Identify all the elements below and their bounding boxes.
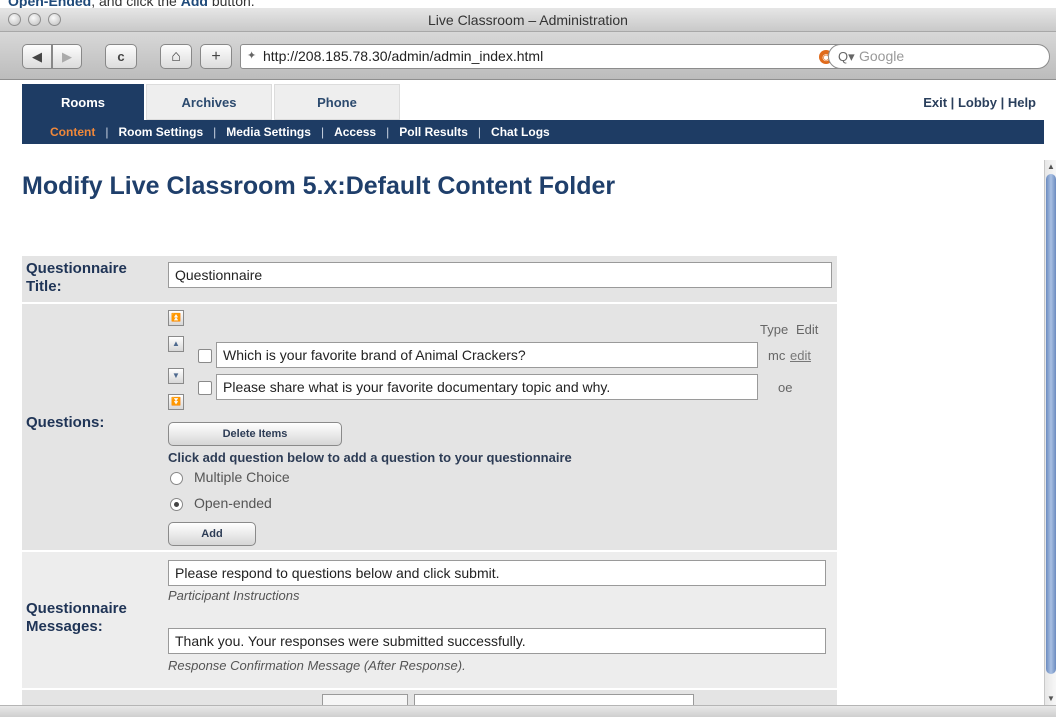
instruction-emph-open-ended: Open-Ended bbox=[8, 0, 92, 8]
window-titlebar: Live Classroom – Administration bbox=[0, 8, 1056, 32]
subnav-separator: | bbox=[320, 125, 325, 139]
instruction-strip: Open-Ended, and click the Add button. bbox=[0, 0, 1056, 8]
question-2-type: oe bbox=[778, 380, 793, 395]
subnav-separator: | bbox=[213, 125, 217, 139]
questions-label: Questions: bbox=[26, 414, 105, 431]
question-1-checkbox[interactable] bbox=[198, 349, 212, 363]
participant-instructions-caption: Participant Instructions bbox=[168, 588, 300, 603]
partial-select[interactable] bbox=[322, 694, 408, 705]
questionnaire-title-label: Questionnaire Title: bbox=[26, 260, 127, 295]
open-ended-label: Open-ended bbox=[194, 495, 272, 511]
questionnaire-title-input[interactable]: Questionnaire bbox=[168, 262, 832, 288]
page-content: Rooms Archives Phone Exit | Lobby | Help… bbox=[0, 80, 1044, 705]
address-bar[interactable]: ✦ http://208.185.78.30/admin/admin_index… bbox=[240, 44, 842, 69]
browser-toolbar: ◀ ▶ c ⌂ + ✦ http://208.185.78.30/admin/a… bbox=[0, 32, 1056, 80]
multiple-choice-label: Multiple Choice bbox=[194, 469, 290, 485]
response-confirmation-caption: Response Confirmation Message (After Res… bbox=[168, 658, 466, 673]
question-1-input[interactable]: Which is your favorite brand of Animal C… bbox=[216, 342, 758, 368]
tab-phone[interactable]: Phone bbox=[274, 84, 400, 120]
subnav-content[interactable]: Content bbox=[50, 125, 95, 139]
home-button[interactable]: ⌂ bbox=[160, 44, 192, 69]
move-down-button[interactable]: ▼ bbox=[168, 368, 184, 384]
add-bookmark-button[interactable]: + bbox=[200, 44, 232, 69]
instruction-tail: button. bbox=[207, 0, 255, 8]
sub-nav: Content | Room Settings | Media Settings | Acc… bbox=[22, 120, 1044, 144]
double-up-arrow-icon: ⏫ bbox=[171, 313, 181, 322]
question-2-input[interactable]: Please share what is your favorite docum… bbox=[216, 374, 758, 400]
exit-link[interactable]: Exit bbox=[923, 95, 947, 110]
question-1-edit-link[interactable]: edit bbox=[790, 348, 811, 363]
forward-icon: ▶ bbox=[62, 48, 72, 64]
scroll-up-icon[interactable]: ▲ bbox=[1047, 162, 1055, 171]
reload-button[interactable]: c bbox=[105, 44, 137, 69]
add-question-button[interactable]: Add bbox=[168, 522, 256, 546]
open-ended-radio[interactable] bbox=[170, 498, 183, 511]
instruction-mid: , and click the bbox=[91, 0, 181, 8]
horizontal-scrollbar[interactable] bbox=[0, 705, 1056, 717]
tab-phone-label: Phone bbox=[317, 94, 357, 110]
subnav-separator: | bbox=[105, 125, 109, 139]
messages-row: Questionnaire Messages: Please respond t… bbox=[22, 552, 837, 688]
url-text: http://208.185.78.30/admin/admin_index.h… bbox=[263, 48, 544, 64]
subnav-chat-logs[interactable]: Chat Logs bbox=[491, 125, 550, 139]
page-favicon-icon: ✦ bbox=[247, 50, 257, 62]
instruction-text: Open-Ended, and click the Add button. bbox=[8, 0, 255, 8]
delete-items-button[interactable]: Delete Items bbox=[168, 422, 342, 446]
scroll-thumb[interactable] bbox=[1046, 174, 1056, 674]
question-2-checkbox[interactable] bbox=[198, 381, 212, 395]
plus-icon: + bbox=[211, 47, 221, 65]
participant-instructions-input[interactable]: Please respond to questions below and cl… bbox=[168, 560, 826, 586]
page-title: Modify Live Classroom 5.x:Default Conten… bbox=[22, 172, 616, 200]
link-separator: | bbox=[1000, 95, 1005, 110]
questionnaire-messages-label: Questionnaire Messages: bbox=[26, 600, 127, 635]
window-title: Live Classroom – Administration bbox=[428, 12, 628, 28]
subnav-room-settings[interactable]: Room Settings bbox=[118, 125, 203, 139]
subnav-poll-results[interactable]: Poll Results bbox=[399, 125, 468, 139]
back-button[interactable]: ◀ bbox=[22, 44, 52, 69]
tab-rooms-label: Rooms bbox=[60, 94, 106, 110]
response-confirmation-input[interactable]: Thank you. Your responses were submitted… bbox=[168, 628, 826, 654]
search-field[interactable]: Q▾ Google bbox=[828, 44, 1050, 69]
down-arrow-icon: ▼ bbox=[172, 371, 180, 380]
main-nav: Rooms Archives Phone Exit | Lobby | Help bbox=[22, 84, 1044, 120]
back-icon: ◀ bbox=[32, 48, 42, 64]
questions-row: Questions: ⏫ ▲ ▼ ⏬ Type Edit Which is yo… bbox=[22, 304, 837, 550]
subnav-separator: | bbox=[477, 125, 482, 139]
link-separator: | bbox=[950, 95, 955, 110]
vertical-scrollbar[interactable]: ▲ ▼ bbox=[1044, 160, 1056, 705]
question-1-type: mc bbox=[768, 348, 786, 363]
title-row: Questionnaire Title: Questionnaire bbox=[22, 256, 837, 302]
up-arrow-icon: ▲ bbox=[172, 339, 180, 348]
reload-icon: c bbox=[117, 49, 125, 64]
tab-archives[interactable]: Archives bbox=[146, 84, 272, 120]
double-down-arrow-icon: ⏬ bbox=[171, 397, 181, 406]
move-top-button[interactable]: ⏫ bbox=[168, 310, 184, 326]
multiple-choice-radio[interactable] bbox=[170, 472, 183, 485]
move-up-button[interactable]: ▲ bbox=[168, 336, 184, 352]
partial-input[interactable] bbox=[414, 694, 694, 705]
instruction-emph-add: Add bbox=[180, 0, 208, 8]
search-placeholder: Google bbox=[859, 48, 905, 64]
tab-archives-label: Archives bbox=[181, 94, 237, 110]
subnav-media-settings[interactable]: Media Settings bbox=[226, 125, 311, 139]
subnav-access[interactable]: Access bbox=[334, 125, 376, 139]
add-question-hint: Click add question below to add a questi… bbox=[168, 450, 572, 465]
type-column-header: Type bbox=[760, 322, 789, 337]
edit-column-header: Edit bbox=[796, 322, 819, 337]
subnav-separator: | bbox=[386, 125, 390, 139]
scroll-down-icon[interactable]: ▼ bbox=[1047, 694, 1055, 703]
search-icon: Q▾ bbox=[838, 49, 855, 64]
top-links: Exit | Lobby | Help bbox=[923, 95, 1036, 110]
home-icon: ⌂ bbox=[171, 47, 181, 65]
forward-button[interactable]: ▶ bbox=[52, 44, 82, 69]
next-settings-row bbox=[22, 690, 837, 705]
move-bottom-button[interactable]: ⏬ bbox=[168, 394, 184, 410]
help-link[interactable]: Help bbox=[1008, 95, 1036, 110]
tab-rooms[interactable]: Rooms bbox=[22, 84, 144, 120]
lobby-link[interactable]: Lobby bbox=[958, 95, 997, 110]
